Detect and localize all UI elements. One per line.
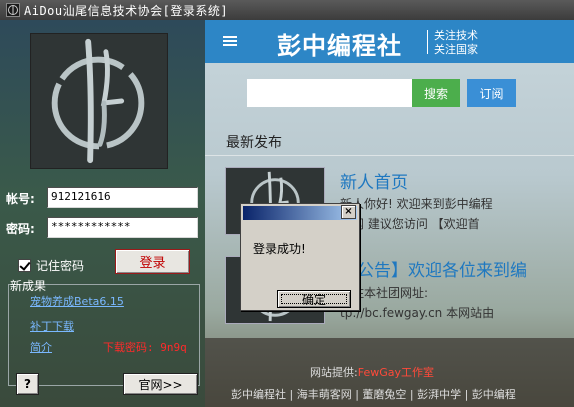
remember-password[interactable]: 记住密码 <box>18 257 84 274</box>
footer-links[interactable]: 彭中编程社 | 海丰萌客网 | 董磨兔空 | 彭湃中学 | 彭中编程 <box>231 386 516 402</box>
dialog-titlebar[interactable] <box>243 206 357 220</box>
news-title[interactable]: 【公告】欢迎各位来到编 <box>340 256 527 281</box>
remember-checkbox[interactable] <box>18 259 31 272</box>
login-success-dialog: × 登录成功! 确定 <box>240 203 360 311</box>
news-excerpt-line: 新人你好! 欢迎来到彭中编程 <box>340 197 493 211</box>
window-titlebar[interactable]: AiDou汕尾信息技术协会[登录系统] <box>0 0 574 20</box>
section-title: 最新发布 <box>226 135 282 151</box>
ok-button[interactable]: 确定 <box>277 290 351 308</box>
pet-game-link[interactable]: 宠物养成Beta6.15 <box>30 293 124 309</box>
password-field[interactable]: ************ <box>47 217 198 238</box>
footer-provider-name[interactable]: FewGay工作室 <box>358 366 434 379</box>
news-excerpt-line: tp://bc.fewgay.cn 本网站由 <box>340 306 495 320</box>
window-title: AiDou汕尾信息技术协会[登录系统] <box>24 3 229 18</box>
patch-download-link[interactable]: 补丁下载 <box>30 318 74 334</box>
dialog-message: 登录成功! <box>253 242 306 256</box>
password-label: 密码: <box>6 222 35 236</box>
search-button[interactable]: 搜索 <box>412 79 460 107</box>
site-header: 彭中编程社 关注技术 关注国家 <box>205 20 574 63</box>
site-brand[interactable]: 彭中编程社 <box>277 26 402 61</box>
footer-provider-label: 网站提供: <box>310 366 358 379</box>
account-field[interactable]: 912121616 <box>47 187 198 208</box>
aidou-logo-icon <box>31 34 167 168</box>
subscribe-button[interactable]: 订阅 <box>467 79 516 107</box>
intro-link[interactable]: 简介 <box>30 339 52 355</box>
login-button[interactable]: 登录 <box>115 249 190 274</box>
aidou-logo-icon <box>6 3 20 17</box>
download-password-note: 下载密码: 9n9q <box>103 341 187 354</box>
close-icon[interactable]: × <box>341 205 356 219</box>
results-legend: 新成果 <box>10 279 47 293</box>
menu-icon[interactable] <box>223 36 237 46</box>
search-input[interactable] <box>247 79 412 107</box>
avatar <box>30 33 168 169</box>
news-excerpt-line: 官网 建议您访问 【欢迎首 <box>340 217 480 231</box>
account-label: 帐号: <box>6 192 35 206</box>
login-panel: 帐号: 912121616 密码: ************ 记住密码 登录 新… <box>0 20 205 407</box>
remember-label: 记住密码 <box>36 259 85 273</box>
news-title[interactable]: 新人首页 <box>340 168 408 193</box>
website-button[interactable]: 官网>> <box>123 373 198 395</box>
footer-provider: 网站提供:FewGay工作室 <box>310 364 434 380</box>
slogan-line-2: 关注国家 <box>434 43 478 56</box>
site-footer: 网站提供:FewGay工作室 彭中编程社 | 海丰萌客网 | 董磨兔空 | 彭湃… <box>205 338 574 407</box>
brand-divider <box>427 30 428 54</box>
section-divider <box>205 155 574 156</box>
help-button[interactable]: ? <box>16 373 39 395</box>
